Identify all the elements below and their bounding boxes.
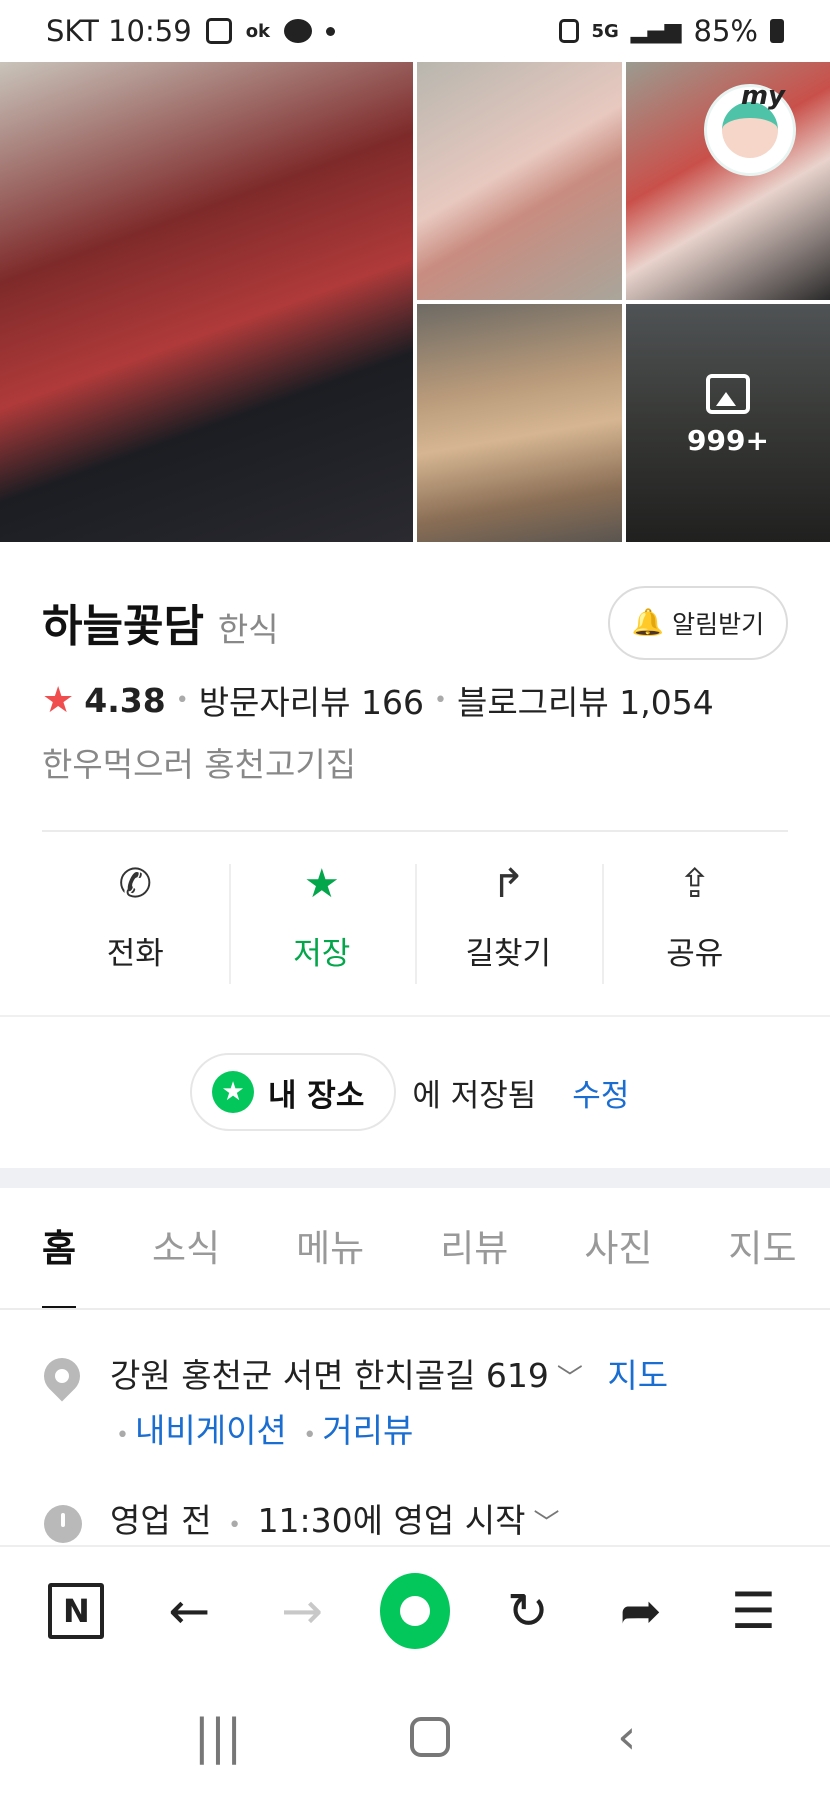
save-label: 저장: [293, 936, 351, 972]
tab-photos[interactable]: 사진: [584, 1188, 652, 1310]
share-page-button[interactable]: ➦: [606, 1576, 676, 1646]
tab-map[interactable]: 지도: [728, 1188, 796, 1310]
naver-home-button[interactable]: N: [41, 1576, 111, 1646]
place-tabs: 홈 소식 메뉴 리뷰 사진 지도: [0, 1188, 830, 1310]
battery-icon: [770, 19, 784, 43]
separator-dot: •: [303, 1423, 317, 1448]
place-category: 한식: [217, 610, 279, 649]
battery-saver-icon: [559, 19, 580, 43]
directions-label: 길찾기: [465, 936, 552, 972]
carrier-time: SKT 10:59: [46, 14, 192, 48]
visitor-reviews-link[interactable]: 방문자리뷰 166: [199, 676, 424, 724]
chevron-down-icon[interactable]: ﹀: [533, 1509, 559, 1539]
more-notifications-icon: [326, 26, 336, 36]
ok-notification-icon: ok: [245, 20, 271, 42]
image-icon: [706, 374, 750, 414]
share-button[interactable]: ⇪ 공유: [601, 861, 789, 984]
address-row: 강원 홍천군 서면 한치골길 619 ﹀ 지도 • 내비게이션 • 거리뷰: [36, 1350, 802, 1462]
save-button[interactable]: ★ 저장: [228, 861, 416, 984]
forward-button[interactable]: →: [267, 1576, 337, 1646]
saved-star-icon: ★: [212, 1071, 254, 1113]
system-nav-bar: ||| ‹: [0, 1675, 830, 1798]
map-link[interactable]: 지도: [607, 1356, 668, 1395]
separator-dot: •: [175, 687, 189, 713]
saved-list-name: 내 장소: [268, 1077, 365, 1114]
gallery-notification-icon: [205, 18, 232, 44]
arrow-left-icon: ←: [168, 1582, 211, 1640]
address-text[interactable]: 강원 홍천군 서면 한치골길 619: [110, 1356, 549, 1395]
back-button[interactable]: ←: [154, 1576, 224, 1646]
tab-news[interactable]: 소식: [152, 1188, 220, 1310]
status-bar: SKT 10:59 ok 5G ▂▄▆ 85%: [0, 0, 830, 62]
photo-count: 999+: [687, 424, 769, 457]
photo-main[interactable]: [0, 62, 413, 542]
hamburger-icon: ☰: [731, 1582, 776, 1640]
share-arrow-icon: ➦: [619, 1582, 662, 1640]
street-view-link[interactable]: 거리뷰: [322, 1411, 413, 1450]
directions-icon: ↱: [491, 861, 525, 907]
rating-star-icon: ★: [42, 679, 75, 721]
network-5g-icon: 5G: [591, 20, 619, 42]
photo-3[interactable]: my: [626, 62, 830, 300]
alarm-label: 알림받기: [672, 610, 765, 639]
my-profile-avatar[interactable]: my: [704, 81, 796, 176]
signal-icon: ▂▄▆: [630, 18, 682, 44]
separator-dot: •: [116, 1423, 129, 1448]
chevron-down-icon[interactable]: ﹀: [557, 1364, 583, 1394]
arrow-right-icon: →: [281, 1582, 324, 1640]
phone-icon: ✆: [118, 861, 152, 907]
review-stats: ★ 4.38 • 방문자리뷰 166 • 블로그리뷰 1,054: [42, 676, 714, 724]
hours-row[interactable]: 영업 전 • 11:30에 영업 시작 ﹀: [42, 1495, 802, 1552]
saved-list-row: ★ 내 장소 에 저장됨 수정: [190, 1053, 629, 1131]
place-name: 하늘꽃담: [42, 601, 204, 652]
photo-gallery: my 999+: [0, 62, 830, 542]
greendot-button[interactable]: [379, 1573, 450, 1649]
divider: [0, 1015, 830, 1017]
refresh-icon: ↻: [506, 1582, 549, 1640]
clock-icon: [44, 1505, 82, 1543]
bell-icon: 🔔: [631, 608, 665, 638]
separator-dot: •: [228, 1513, 242, 1538]
battery-percent: 85%: [693, 14, 758, 48]
photo-4[interactable]: [417, 304, 622, 542]
action-row: ✆ 전화 ★ 저장 ↱ 길찾기 ⇪ 공유: [42, 861, 789, 984]
system-back-icon[interactable]: ‹: [617, 1709, 636, 1765]
hours-detail: 11:30에 영업 시작: [257, 1501, 526, 1540]
refresh-button[interactable]: ↻: [493, 1576, 563, 1646]
tab-reviews[interactable]: 리뷰: [440, 1188, 508, 1310]
edit-saved-link[interactable]: 수정: [572, 1070, 629, 1115]
call-button[interactable]: ✆ 전화: [42, 862, 229, 982]
browser-toolbar: N ← → ↻ ➦ ☰: [0, 1545, 830, 1675]
naver-n-icon: N: [48, 1583, 105, 1639]
navigation-link[interactable]: 내비게이션: [135, 1411, 287, 1450]
place-description: 한우먹으러 홍천고기집: [42, 745, 357, 784]
tab-home[interactable]: 홈: [42, 1188, 77, 1310]
photo-2[interactable]: [417, 62, 622, 300]
share-label: 공유: [666, 936, 724, 972]
star-icon: ★: [303, 861, 340, 907]
call-label: 전화: [106, 936, 164, 972]
saved-list-pill[interactable]: ★ 내 장소: [190, 1053, 397, 1131]
divider: [42, 830, 788, 832]
tabs-divider: [0, 1308, 830, 1310]
recent-apps-icon[interactable]: |||: [194, 1709, 243, 1765]
alarm-subscribe-button[interactable]: 🔔 알림받기: [608, 586, 788, 660]
home-icon[interactable]: [409, 1716, 450, 1757]
blog-reviews-link[interactable]: 블로그리뷰 1,054: [457, 676, 714, 724]
chat-notification-icon: [284, 19, 313, 43]
saved-status-text: 에 저장됨: [412, 1077, 537, 1114]
section-gap: [0, 1168, 830, 1188]
tab-menu[interactable]: 메뉴: [296, 1188, 364, 1310]
share-icon: ⇪: [677, 861, 712, 907]
separator-dot: •: [433, 687, 447, 713]
greendot-icon: [379, 1573, 450, 1649]
hours-status: 영업 전: [110, 1501, 212, 1540]
place-title-row: 하늘꽃담 한식: [42, 590, 279, 654]
directions-button[interactable]: ↱ 길찾기: [415, 861, 602, 984]
menu-button[interactable]: ☰: [718, 1576, 788, 1646]
rating-value: 4.38: [84, 680, 166, 720]
location-pin-icon: [36, 1350, 88, 1402]
my-badge-label: my: [740, 81, 785, 111]
photo-more[interactable]: 999+: [626, 304, 830, 542]
